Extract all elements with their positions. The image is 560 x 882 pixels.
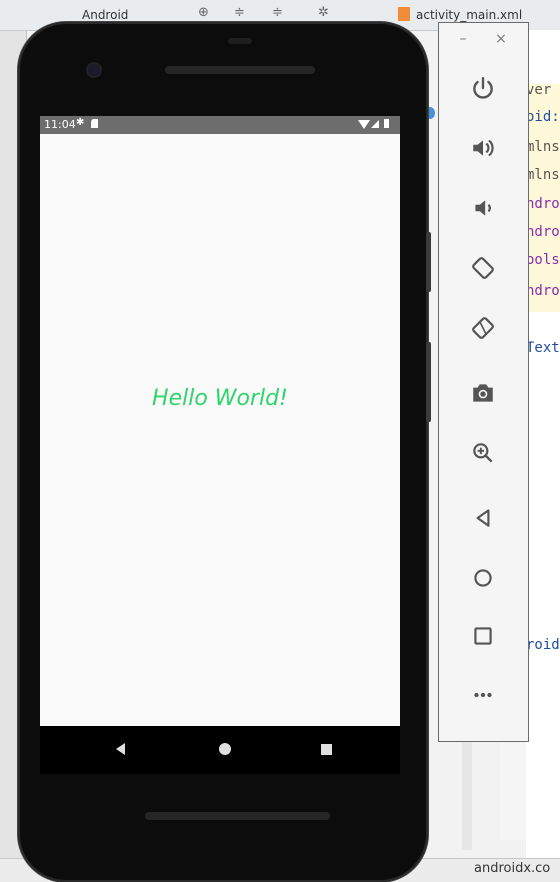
code-line[interactable]: ndro	[526, 283, 560, 299]
code-line[interactable]: oid:	[526, 109, 560, 125]
code-line[interactable]: ver	[526, 82, 560, 98]
expand-icon[interactable]: ≑	[272, 5, 286, 20]
home-circle-icon	[474, 569, 492, 587]
xml-file-icon	[398, 7, 410, 21]
settings-notification-icon: ✱	[76, 117, 85, 128]
nav-back-icon[interactable]	[116, 743, 125, 755]
collapse-icon[interactable]: ≑	[234, 5, 248, 20]
zoom-in-icon	[473, 443, 493, 463]
rotate-right-icon	[472, 317, 494, 339]
android-status-bar: 11:04 ✱	[40, 116, 400, 134]
sync-icon[interactable]: ⊕	[198, 5, 212, 20]
power-icon	[473, 77, 493, 99]
side-volume-button[interactable]	[426, 232, 431, 292]
side-power-button[interactable]	[426, 342, 431, 422]
camera-icon	[473, 384, 493, 402]
rotate-left-icon	[472, 257, 494, 279]
zoom-button[interactable]	[463, 433, 503, 473]
nav-recents-icon[interactable]	[321, 744, 332, 755]
cell-signal-icon	[371, 120, 379, 128]
power-button[interactable]	[463, 68, 503, 108]
overview-square-icon	[474, 627, 492, 645]
status-time: 11:04	[44, 118, 76, 131]
overview-button[interactable]	[463, 616, 503, 656]
minimize-button[interactable]: –	[455, 31, 471, 47]
device-screen[interactable]: 11:04 ✱ Hello World!	[40, 116, 400, 726]
android-nav-bar	[40, 726, 400, 774]
volume-up-button[interactable]	[463, 128, 503, 168]
code-line[interactable]: mlns	[526, 139, 560, 155]
wifi-icon	[358, 120, 370, 129]
status-breadcrumb[interactable]: androidx.co	[474, 861, 550, 876]
proximity-sensor	[228, 38, 252, 44]
code-line[interactable]: ools	[526, 252, 560, 268]
rotate-left-button[interactable]	[463, 248, 503, 288]
earpiece-speaker	[165, 66, 315, 74]
more-dots-icon	[474, 692, 492, 698]
code-line[interactable]: Text	[526, 340, 560, 356]
rotate-right-button[interactable]	[463, 308, 503, 348]
volume-down-button[interactable]	[463, 188, 503, 228]
emulator-toolbar: – ×	[438, 22, 529, 742]
code-line[interactable]: ndro	[526, 196, 560, 212]
device-frame: 11:04 ✱ Hello World!	[18, 22, 431, 882]
battery-icon	[384, 119, 389, 128]
back-triangle-icon	[476, 509, 490, 527]
settings-gear-icon[interactable]: ✲	[318, 5, 332, 20]
code-line[interactable]: mlns	[526, 167, 560, 183]
close-button[interactable]: ×	[493, 31, 509, 47]
back-button[interactable]	[463, 498, 503, 538]
sd-card-icon	[91, 119, 98, 128]
code-line[interactable]: roid	[526, 637, 560, 653]
front-camera	[88, 64, 100, 76]
volume-down-icon	[475, 200, 491, 216]
hello-world-text: Hello World!	[152, 386, 288, 411]
volume-up-icon	[473, 139, 494, 157]
screenshot-button[interactable]	[463, 373, 503, 413]
nav-home-icon[interactable]	[219, 743, 231, 755]
android-view-selector[interactable]: Android	[82, 8, 128, 22]
code-line[interactable]: ndro	[526, 224, 560, 240]
more-button[interactable]	[463, 675, 503, 715]
bottom-speaker	[145, 812, 330, 820]
home-button[interactable]	[463, 558, 503, 598]
editor-tab-activity-main[interactable]: activity_main.xml	[416, 8, 522, 22]
